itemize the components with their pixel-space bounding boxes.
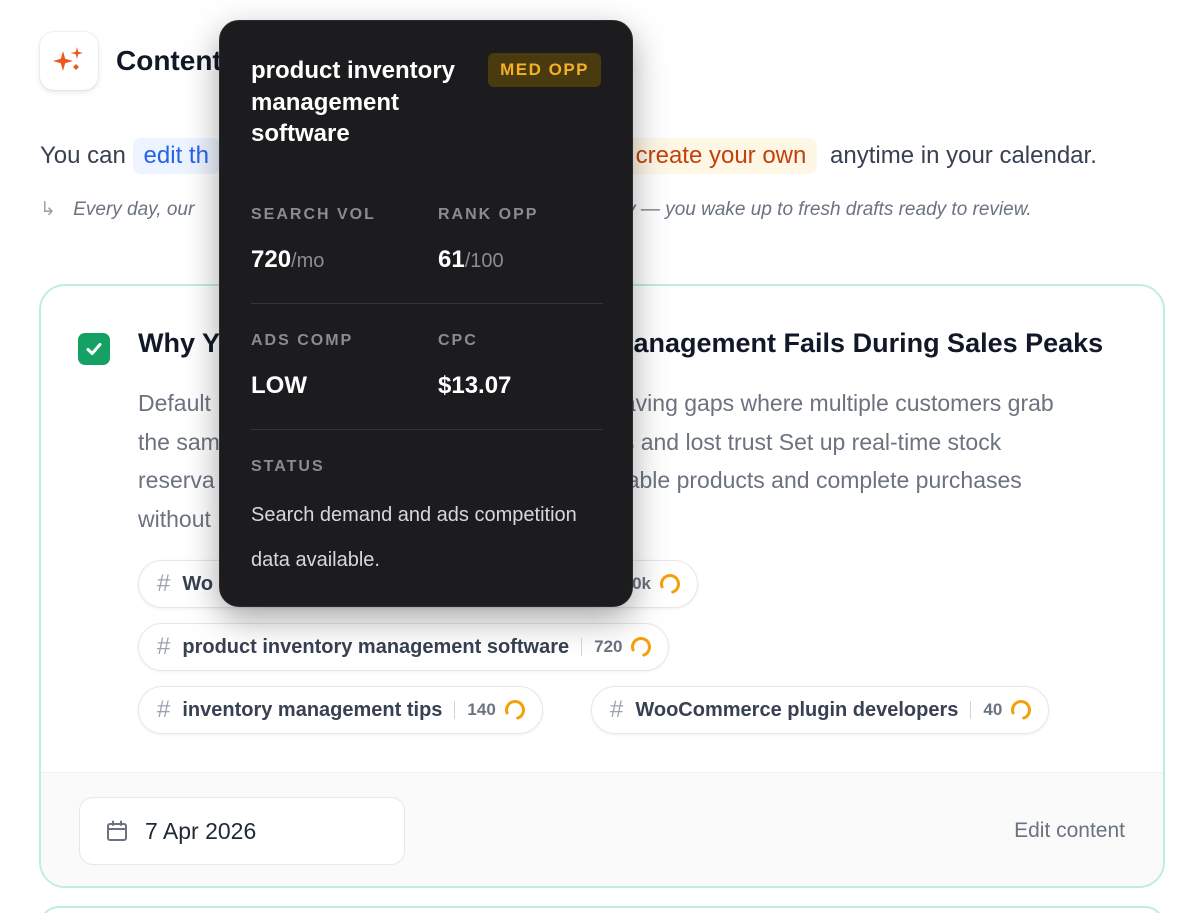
intro-prefix: You can bbox=[40, 142, 126, 169]
tag-keyword: Wo bbox=[182, 572, 214, 595]
tag-volume: 0k bbox=[632, 574, 651, 593]
create-link[interactable]: create your own bbox=[624, 138, 818, 174]
card-title-end: lanagement Fails During Sales Peaks bbox=[626, 328, 1104, 358]
tag-divider bbox=[970, 701, 972, 719]
keyword-tag[interactable]: # inventory management tips 140 bbox=[138, 686, 543, 734]
calendar-icon bbox=[107, 820, 127, 841]
search-vol-value: 720/mo bbox=[251, 246, 324, 274]
card-checkbox[interactable] bbox=[78, 333, 110, 365]
keyword-tag[interactable]: # WooCommerce plugin developers 40 bbox=[591, 686, 1050, 734]
tag-divider bbox=[581, 638, 583, 656]
loading-ring-icon bbox=[631, 637, 652, 657]
rank-opp-unit: /100 bbox=[464, 250, 504, 272]
check-icon bbox=[86, 343, 102, 355]
desc-left: without bbox=[138, 505, 211, 532]
desc-right: aving gaps where multiple customers grab bbox=[622, 390, 1054, 416]
tag-volume: 40 bbox=[983, 700, 1003, 719]
opportunity-badge: MED OPP bbox=[488, 53, 601, 87]
tag-divider bbox=[454, 701, 456, 719]
hash-icon: # bbox=[157, 570, 171, 597]
cpc-value: $13.07 bbox=[438, 372, 512, 399]
sparkles-icon bbox=[53, 47, 83, 71]
next-content-card bbox=[39, 906, 1165, 913]
desc-right: s and lost trust Set up real-time stock bbox=[622, 428, 1002, 455]
desc-left: Default bbox=[138, 390, 211, 416]
tooltip-title: product inventory management software bbox=[251, 57, 456, 147]
tooltip-divider bbox=[251, 429, 603, 430]
intro-suffix: anytime in your calendar. bbox=[830, 142, 1097, 169]
rank-opp-label: RANK OPP bbox=[438, 206, 539, 223]
app-logo bbox=[40, 32, 98, 90]
loading-ring-icon bbox=[504, 700, 525, 720]
card-title[interactable]: Why Y lanagement Fails During Sales Peak… bbox=[138, 328, 1103, 359]
desc-left: the sam bbox=[138, 428, 220, 455]
subnote-part1: Every day, our bbox=[73, 199, 195, 220]
tooltip-divider bbox=[251, 303, 603, 304]
hash-icon: # bbox=[610, 696, 624, 723]
rank-opp-value: 61/100 bbox=[438, 246, 504, 274]
search-vol-unit: /mo bbox=[291, 250, 325, 272]
tag-keyword: WooCommerce plugin developers bbox=[635, 698, 959, 721]
arrow-return-icon: ↳ bbox=[40, 199, 56, 220]
card-footer: 7 Apr 2026 Edit content bbox=[41, 772, 1163, 886]
desc-left: reserva bbox=[138, 467, 215, 493]
keyword-tooltip: product inventory management software ME… bbox=[219, 20, 633, 607]
tag-volume: 140 bbox=[467, 700, 496, 719]
search-vol-number: 720 bbox=[251, 246, 292, 273]
date-text: 7 Apr 2026 bbox=[145, 817, 257, 844]
rank-opp-number: 61 bbox=[438, 246, 465, 273]
desc-right: able products and complete purchases bbox=[626, 467, 1022, 493]
edit-link[interactable]: edit th bbox=[132, 138, 220, 174]
status-label: STATUS bbox=[251, 458, 325, 475]
loading-ring-icon bbox=[1011, 700, 1032, 720]
loading-ring-icon bbox=[660, 574, 680, 594]
subnote-part2: ay — you wake up to fresh drafts ready t… bbox=[615, 199, 1032, 220]
app-title: Content bbox=[116, 45, 222, 76]
keyword-tag[interactable]: # product inventory management software … bbox=[138, 623, 670, 671]
tag-keyword: inventory management tips bbox=[182, 698, 443, 721]
hash-icon: # bbox=[157, 696, 171, 723]
cpc-label: CPC bbox=[438, 332, 478, 349]
search-vol-label: SEARCH VOL bbox=[251, 206, 376, 223]
edit-content-button[interactable]: Edit content bbox=[1014, 819, 1125, 843]
card-title-start: Why Y bbox=[138, 328, 221, 358]
app-header: Content bbox=[40, 32, 222, 90]
ads-comp-label: ADS COMP bbox=[251, 332, 354, 349]
status-text: Search demand and ads competition data a… bbox=[251, 504, 577, 571]
date-picker-button[interactable]: 7 Apr 2026 bbox=[79, 797, 405, 865]
tag-keyword: product inventory management software bbox=[182, 635, 570, 658]
tag-volume: 720 bbox=[594, 637, 623, 656]
hash-icon: # bbox=[157, 633, 171, 660]
ads-comp-value: LOW bbox=[251, 372, 307, 399]
